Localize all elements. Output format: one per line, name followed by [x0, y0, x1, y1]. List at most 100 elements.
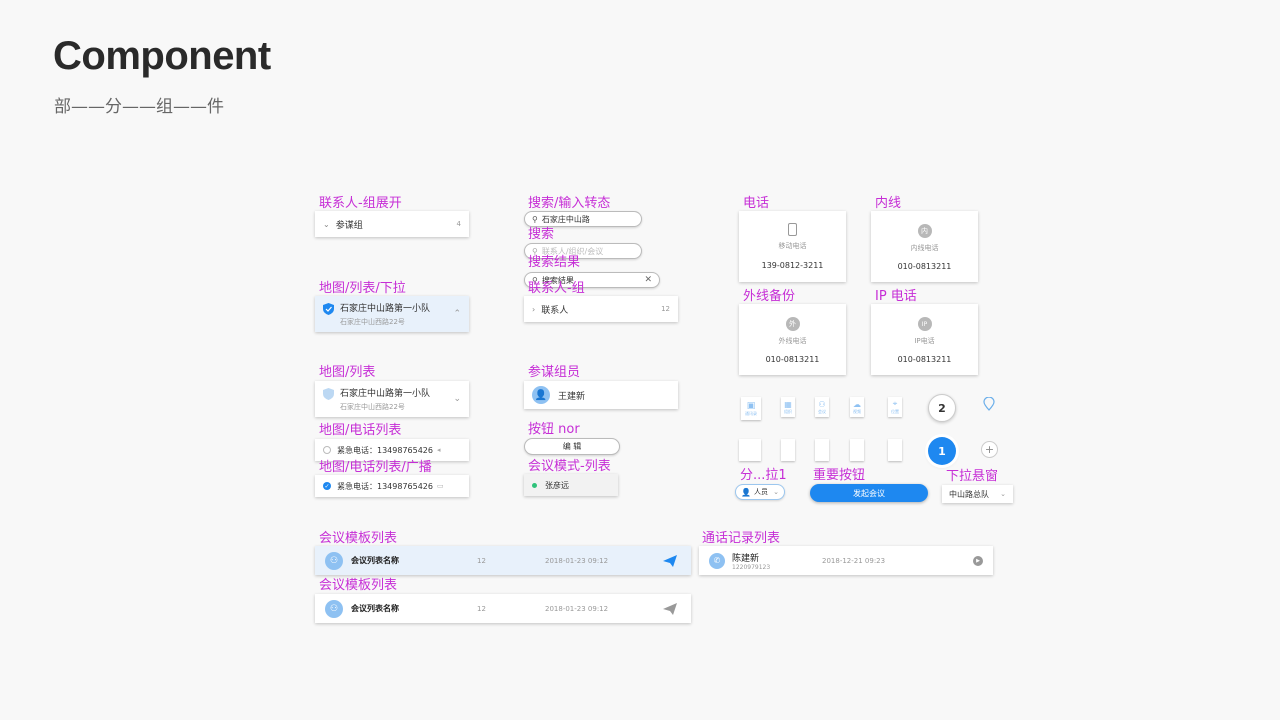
- phone-type: 外线电话: [778, 337, 807, 345]
- meeting-template-time: 2018-01-23 09:12: [545, 556, 609, 565]
- label-map-phone-list: 地图/电话列表: [319, 423, 402, 438]
- caller-name: 陈建新: [732, 553, 760, 564]
- chevron-down-icon: ⌄: [1000, 490, 1006, 498]
- page-subtitle: 部——分——组——件: [54, 97, 224, 117]
- map-pin-icon[interactable]: [983, 397, 995, 411]
- chevron-right-icon: ›: [532, 304, 536, 314]
- location-tile-label: 位置: [891, 409, 899, 414]
- contacts-tile[interactable]: ▣ 通讯录: [741, 397, 761, 420]
- meeting-member-name: 张彦远: [545, 480, 569, 490]
- label-staff-member: 参谋组员: [528, 365, 581, 380]
- blank-tile[interactable]: [850, 439, 864, 461]
- meeting-mode-item[interactable]: 张彦远: [524, 474, 618, 496]
- team-dropdown[interactable]: 中山路总队 ⌄: [942, 485, 1013, 503]
- mobile-phone-icon: [788, 223, 797, 236]
- chevron-up-icon: ⌃: [453, 309, 461, 319]
- label-external: 外线备份: [743, 289, 796, 304]
- label-contact-group: 联系人-组: [528, 281, 585, 296]
- ip-phone-card[interactable]: IP IP电话 010-0813211: [871, 304, 978, 375]
- play-icon[interactable]: ▶: [973, 555, 983, 566]
- org-icon: ▦: [784, 399, 792, 409]
- label-search-result: 搜索结果: [528, 255, 581, 270]
- contact-group-item[interactable]: › 联系人 12: [524, 296, 678, 322]
- meeting-template-count: 12: [477, 556, 486, 565]
- org-tile-label: 组织: [784, 408, 792, 414]
- external-line-icon: 外: [785, 317, 800, 331]
- meeting-template-time: 2018-01-23 09:12: [545, 604, 609, 613]
- group-count: 4: [456, 220, 461, 228]
- team-address: 石家庄中山西路22号: [340, 318, 405, 326]
- edit-button[interactable]: 编 辑: [524, 438, 620, 455]
- label-meeting-mode: 会议模式-列表: [528, 459, 611, 474]
- label-internal: 内线: [875, 196, 902, 211]
- meeting-template-name: 会议列表名称: [351, 604, 399, 613]
- blank-tile[interactable]: [781, 439, 795, 461]
- video-tile[interactable]: ☁ 视频: [850, 397, 864, 417]
- shield-check-icon: [323, 303, 334, 315]
- team-name: 石家庄中山路第一小队: [340, 389, 431, 399]
- phone-type: IP电话: [914, 337, 935, 345]
- label-call-record: 通话记录列表: [702, 531, 781, 546]
- meeting-avatar-icon: ⚇: [325, 599, 343, 618]
- map-list-dropdown-item[interactable]: 石家庄中山路第一小队 石家庄中山西路22号 ⌃: [315, 296, 469, 332]
- split-dropdown[interactable]: 👤 人员 ⌄: [735, 484, 785, 500]
- label-group-expand: 联系人-组展开: [319, 196, 402, 211]
- send-icon[interactable]: [663, 554, 677, 567]
- map-list-item[interactable]: 石家庄中山路第一小队 石家庄中山西路22号 ⌄: [315, 381, 469, 417]
- internal-phone-card[interactable]: 内 内线电话 010-0813211: [871, 211, 978, 282]
- staff-member-item[interactable]: 👤 王建新: [524, 381, 678, 409]
- start-meeting-label: 发起会议: [853, 488, 885, 498]
- team-dropdown-value: 中山路总队: [949, 489, 989, 499]
- send-icon[interactable]: [663, 602, 677, 615]
- contact-group-name: 联系人: [541, 305, 569, 316]
- contact-group-count: 12: [661, 305, 670, 313]
- call-record-row[interactable]: ✆ 陈建新 1220979123 2018-12-21 09:23 ▶: [699, 546, 993, 575]
- ip-phone-icon: IP: [917, 317, 932, 331]
- label-mobile: 电话: [743, 196, 770, 211]
- blank-tile[interactable]: [815, 439, 829, 461]
- external-phone-card[interactable]: 外 外线电话 010-0813211: [739, 304, 846, 375]
- broadcast-icon: ▭: [437, 482, 444, 490]
- location-pin-icon: ⌖: [892, 399, 898, 408]
- team-name: 石家庄中山路第一小队: [340, 304, 431, 314]
- phone-number: 010-0813211: [897, 262, 952, 271]
- chevron-down-icon: ⌄: [773, 488, 779, 496]
- label-ip: IP 电话: [875, 289, 917, 304]
- active-count-badge[interactable]: 1: [928, 437, 956, 465]
- contacts-icon: ▣: [746, 400, 756, 411]
- start-meeting-button[interactable]: 发起会议: [810, 484, 928, 502]
- staff-member-name: 王建新: [558, 391, 586, 402]
- contact-group-expand[interactable]: ⌄ 参谋组 4: [315, 211, 469, 237]
- phone-type: 内线电话: [910, 244, 939, 252]
- close-icon[interactable]: ✕: [644, 275, 652, 285]
- internal-line-icon: 内: [917, 224, 932, 238]
- split-dropdown-value: 人员: [753, 488, 768, 496]
- blank-tile[interactable]: [739, 439, 761, 461]
- contacts-tile-label: 通讯录: [745, 410, 757, 416]
- blank-tile[interactable]: [888, 439, 902, 461]
- phone-number: 139-0812-3211: [761, 261, 824, 270]
- emergency-phone: 紧急电话：13498765426: [337, 481, 433, 491]
- label-button-nor: 按钮 nor: [528, 422, 580, 437]
- label-primary-button: 重要按钮: [813, 468, 866, 483]
- chevron-down-icon: ⌄: [323, 219, 330, 229]
- meeting-template-row[interactable]: ⚇ 会议列表名称 12 2018-01-23 09:12: [315, 594, 691, 623]
- count-badge[interactable]: 2: [928, 394, 956, 422]
- phone-call-icon: ✆: [709, 552, 725, 569]
- meeting-template-row-selected[interactable]: ⚇ 会议列表名称 12 2018-01-23 09:12: [315, 546, 691, 575]
- mobile-phone-card[interactable]: 移动电话 139-0812-3211: [739, 211, 846, 282]
- location-tile[interactable]: ⌖ 位置: [888, 397, 902, 417]
- org-tile[interactable]: ▦ 组织: [781, 397, 795, 417]
- label-dropdown: 下拉悬窗: [946, 469, 999, 484]
- user-avatar-icon: 👤: [532, 386, 550, 404]
- online-status-dot: [532, 482, 537, 488]
- meeting-template-name: 会议列表名称: [351, 556, 399, 565]
- chevron-down-icon: ⌄: [453, 394, 461, 404]
- video-tile-label: 视频: [853, 408, 861, 414]
- meeting-tile[interactable]: ⚇ 会议: [815, 397, 829, 417]
- phone-type: 移动电话: [778, 242, 807, 250]
- check-circle-icon: [323, 446, 331, 454]
- shield-icon: [323, 388, 334, 400]
- add-icon[interactable]: +: [981, 441, 998, 458]
- map-phone-broadcast-item[interactable]: ✓ 紧急电话：13498765426 ▭: [315, 475, 469, 497]
